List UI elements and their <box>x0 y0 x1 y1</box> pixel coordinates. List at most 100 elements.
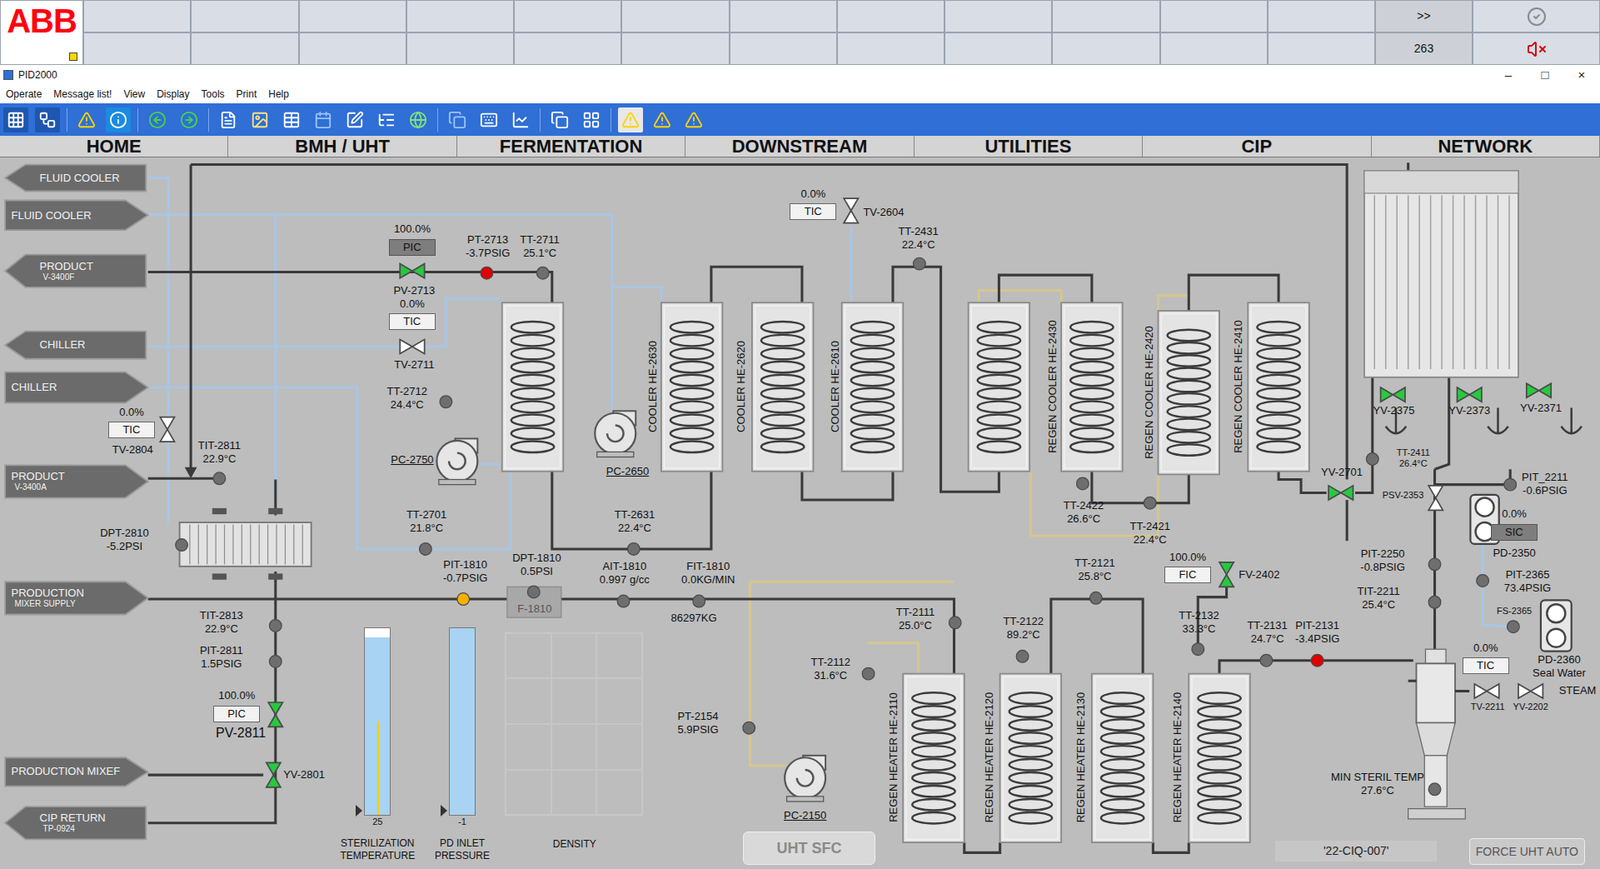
connector-shape[interactable] <box>4 464 149 498</box>
instrument-dot[interactable] <box>912 257 926 270</box>
alarm-cell[interactable] <box>837 32 945 65</box>
connector-shape[interactable] <box>4 254 146 288</box>
toolbar-button[interactable] <box>74 107 100 133</box>
instrument-dot[interactable] <box>617 594 630 608</box>
alarm-cell[interactable] <box>299 32 407 65</box>
connector-label[interactable]: CHILLER <box>39 330 86 359</box>
menu-item[interactable]: Display <box>156 86 190 102</box>
connector-shape[interactable] <box>4 757 149 786</box>
toolbar-button[interactable] <box>508 107 534 133</box>
toolbar-button[interactable] <box>3 107 29 133</box>
instrument-dot[interactable] <box>1504 478 1517 491</box>
connector-label[interactable]: PRODUCTV-3400F <box>39 254 94 287</box>
alarm-cell[interactable] <box>406 0 514 33</box>
connector-label[interactable]: PRODUCTV-3400A <box>10 464 65 498</box>
control-valve-icon[interactable] <box>268 702 283 727</box>
toolbar-button[interactable] <box>247 107 273 133</box>
valve-icon[interactable] <box>1456 387 1481 402</box>
connector-label[interactable]: CHILLER <box>10 371 57 403</box>
instrument-dot[interactable] <box>419 543 433 556</box>
toolbar-button[interactable] <box>279 107 305 133</box>
connector-label[interactable]: PRODUCTION MIXEF <box>10 756 120 785</box>
alarm-cell[interactable] <box>299 0 407 33</box>
abb-logo[interactable]: ABB <box>0 0 84 65</box>
instrument-dot[interactable] <box>439 395 453 409</box>
pump-icon[interactable] <box>784 755 826 802</box>
connector-shape[interactable] <box>4 200 149 231</box>
valve-icon[interactable] <box>1328 485 1353 500</box>
instrument-dot[interactable] <box>1428 595 1441 609</box>
valve-icon[interactable] <box>1526 383 1551 398</box>
menu-item[interactable]: View <box>123 86 145 102</box>
instrument-dot[interactable] <box>213 472 226 485</box>
instrument-dot[interactable] <box>692 594 706 608</box>
alarm-cell[interactable] <box>944 0 1052 33</box>
toolbar-button[interactable] <box>476 107 502 133</box>
valve-icon[interactable] <box>1518 683 1543 698</box>
connector-shape[interactable] <box>4 581 149 614</box>
connector-shape[interactable] <box>4 806 146 839</box>
controller-faceplate[interactable]: PIC <box>388 239 436 256</box>
menu-item[interactable]: Operate <box>5 86 42 102</box>
alarm-cell[interactable] <box>1267 0 1376 33</box>
controller-faceplate[interactable]: SIC <box>1490 523 1538 541</box>
valve-icon[interactable] <box>1428 485 1443 510</box>
connector-label[interactable]: PRODUCTIONMIXER SUPPLY <box>10 580 84 614</box>
nav-tab[interactable]: CIP <box>1142 135 1371 157</box>
force-auto-button[interactable]: FORCE UHT AUTO <box>1469 837 1585 865</box>
controller-faceplate[interactable]: TIC <box>789 203 837 220</box>
alarm-cell[interactable] <box>513 32 622 65</box>
toolbar-button[interactable] <box>144 107 170 133</box>
controller-faceplate[interactable]: TIC <box>108 421 155 439</box>
connector-label[interactable]: FLUID COOLER <box>39 164 120 192</box>
instrument-dot[interactable] <box>1016 649 1029 663</box>
alarm-cell[interactable] <box>83 0 191 33</box>
menu-item[interactable]: Print <box>236 86 258 102</box>
nav-tab[interactable]: UTILITIES <box>914 135 1143 157</box>
instrument-dot[interactable] <box>1365 453 1379 466</box>
connector-shape[interactable] <box>4 372 149 404</box>
alarm-cell[interactable] <box>1267 32 1376 65</box>
nav-tab[interactable]: BMH / UHT <box>228 135 457 157</box>
toolbar-button[interactable] <box>176 107 202 133</box>
instrument-dot[interactable] <box>175 538 189 552</box>
acknowledge-button[interactable] <box>1472 0 1600 33</box>
toolbar-button[interactable] <box>681 107 707 133</box>
toolbar-button[interactable] <box>373 107 399 133</box>
instrument-dot[interactable] <box>1428 782 1441 796</box>
alarm-cell[interactable] <box>837 0 945 33</box>
control-valve-icon[interactable] <box>159 417 175 442</box>
instrument-dot[interactable] <box>627 543 640 556</box>
pd-pump-icon[interactable] <box>1540 599 1572 651</box>
connector-shape[interactable] <box>4 331 146 359</box>
connector-label[interactable]: CIP RETURNTP-0924 <box>39 805 106 838</box>
instrument-dot[interactable] <box>269 655 282 668</box>
alarm-cell[interactable] <box>1051 0 1160 33</box>
valve-icon[interactable] <box>1380 387 1406 402</box>
alarm-cell[interactable] <box>406 32 514 65</box>
alarm-cell[interactable] <box>729 0 838 33</box>
instrument-dot[interactable] <box>1476 574 1490 588</box>
nav-tab[interactable]: NETWORK <box>1371 135 1600 157</box>
alarm-cell[interactable] <box>621 0 729 33</box>
alarm-cell[interactable] <box>621 32 729 65</box>
valve-icon[interactable] <box>266 762 281 787</box>
instrument-dot[interactable] <box>1089 591 1102 604</box>
toolbar-button[interactable] <box>310 107 336 133</box>
toolbar-button[interactable] <box>105 107 131 133</box>
connector-shape[interactable] <box>4 164 146 192</box>
controller-faceplate[interactable]: PIC <box>213 705 260 723</box>
control-valve-icon[interactable] <box>843 198 858 223</box>
window-control[interactable]: □ <box>1526 65 1564 85</box>
nav-tab[interactable]: FERMENTATION <box>457 135 686 157</box>
silence-button[interactable] <box>1472 32 1600 65</box>
toolbar-button[interactable] <box>444 107 470 133</box>
pump-icon[interactable] <box>594 410 636 457</box>
alarm-cell[interactable] <box>1160 0 1268 33</box>
menu-item[interactable]: Tools <box>201 86 225 102</box>
toolbar-button[interactable] <box>34 107 60 133</box>
instrument-dot[interactable] <box>480 266 494 280</box>
toolbar-button[interactable] <box>578 107 604 133</box>
control-valve-icon[interactable] <box>399 264 424 279</box>
instrument-dot[interactable] <box>1428 558 1441 571</box>
